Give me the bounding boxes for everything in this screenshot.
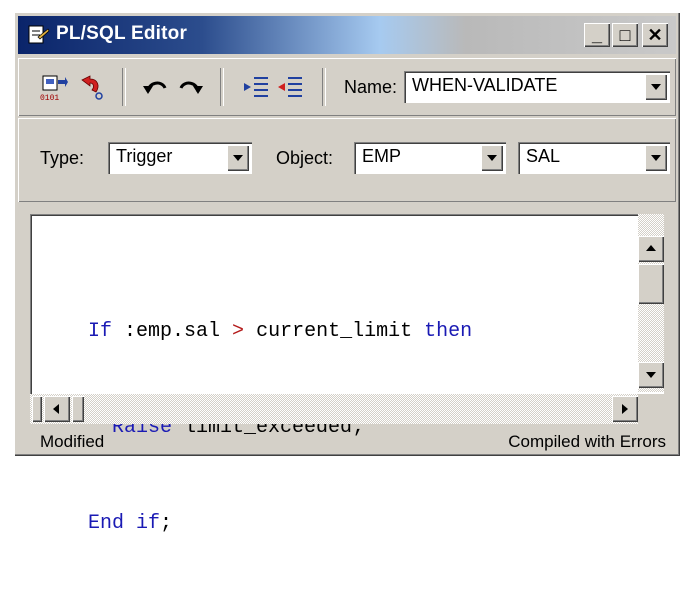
scroll-left-button[interactable]: [44, 396, 70, 422]
object-dropdown[interactable]: EMP: [354, 142, 506, 174]
title-bar[interactable]: PL/SQL Editor _ □ ✕: [18, 16, 676, 54]
type-value: Trigger: [116, 146, 173, 166]
vertical-scroll-thumb[interactable]: [638, 264, 664, 304]
code-line: End if;: [88, 508, 472, 540]
code-editor[interactable]: If :emp.sal > current_limit then Raise l…: [30, 214, 664, 535]
object-label: Object:: [276, 148, 334, 168]
outdent-icon[interactable]: [276, 74, 304, 102]
code-keyword: then: [424, 320, 473, 343]
chevron-down-icon[interactable]: [227, 145, 249, 171]
chevron-down-icon[interactable]: [645, 74, 667, 100]
code-text-span: current_limit: [244, 320, 425, 343]
status-compile: Compiled with Errors: [508, 432, 666, 451]
status-bar: Modified Compiled with Errors: [30, 430, 666, 454]
code-operator: >: [232, 320, 245, 343]
redo-icon[interactable]: [176, 74, 204, 102]
code-text-span: :emp.sal: [112, 320, 233, 343]
close-button[interactable]: ✕: [642, 23, 668, 47]
toolbar-separator: [122, 68, 126, 106]
toolbar: 0101 Name: WHEN-VALIDATE: [18, 58, 676, 116]
horizontal-scroll-thumb[interactable]: [32, 396, 42, 422]
compile-icon[interactable]: 0101: [40, 74, 68, 102]
editor-icon: [28, 25, 50, 44]
type-label: Type:: [40, 148, 85, 168]
status-modified: Modified: [40, 432, 105, 451]
code-keyword: If: [88, 320, 113, 343]
horizontal-scroll-thumb[interactable]: [72, 396, 84, 422]
window-title: PL/SQL Editor: [56, 23, 188, 44]
code-line: If :emp.sal > current_limit then: [88, 316, 472, 348]
undo-icon[interactable]: [142, 74, 170, 102]
plsql-editor-window: PL/SQL Editor _ □ ✕ 0101 Name: WHEN-VALI…: [14, 12, 680, 535]
toolbar-separator: [322, 68, 326, 106]
name-value: WHEN-VALIDATE: [412, 75, 558, 95]
selector-bar: Type: Trigger Object: EMP SAL: [18, 118, 676, 202]
toolbar-separator: [220, 68, 224, 106]
item-value: SAL: [526, 146, 561, 166]
scroll-corner: [638, 394, 664, 424]
code-text-span: ;: [160, 512, 173, 535]
revert-icon[interactable]: [76, 74, 104, 102]
item-dropdown[interactable]: SAL: [518, 142, 670, 174]
chevron-down-icon[interactable]: [481, 145, 503, 171]
scroll-right-button[interactable]: [612, 396, 638, 422]
minimize-button[interactable]: _: [584, 23, 610, 47]
chevron-down-icon[interactable]: [645, 145, 667, 171]
svg-text:0101: 0101: [40, 94, 59, 102]
code-keyword: End if: [88, 512, 161, 535]
scroll-down-button[interactable]: [638, 362, 664, 388]
code-text[interactable]: If :emp.sal > current_limit then Raise l…: [88, 252, 472, 604]
scroll-up-button[interactable]: [638, 236, 664, 262]
horizontal-scrollbar[interactable]: [30, 394, 638, 424]
vertical-scrollbar[interactable]: [638, 214, 664, 392]
name-dropdown[interactable]: WHEN-VALIDATE: [404, 71, 670, 103]
object-value: EMP: [362, 146, 402, 166]
indent-icon[interactable]: [242, 74, 270, 102]
name-label: Name:: [344, 77, 398, 97]
type-dropdown[interactable]: Trigger: [108, 142, 252, 174]
maximize-button[interactable]: □: [612, 23, 638, 47]
